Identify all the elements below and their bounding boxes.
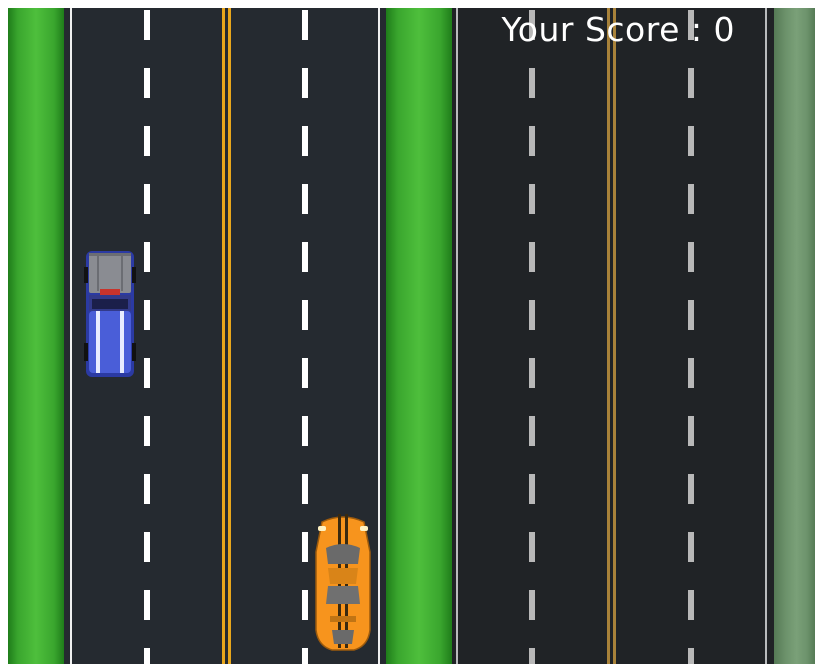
lane-dash-line — [529, 8, 535, 664]
grass-strip-right — [774, 8, 815, 664]
road-edge-line — [456, 8, 458, 664]
score-display: Your Score : 0 — [501, 10, 735, 49]
grass-strip-left — [8, 8, 64, 664]
player-car — [315, 514, 371, 651]
center-yellow-line — [222, 8, 231, 664]
lane-dash-line — [144, 8, 150, 664]
enemy-truck — [84, 251, 136, 377]
road-edge-line — [378, 8, 380, 664]
road-right — [452, 8, 774, 664]
lane-dash-line — [688, 8, 694, 664]
center-yellow-line — [607, 8, 616, 664]
road-edge-line — [765, 8, 767, 664]
road-edge-line — [70, 8, 72, 664]
grass-strip-middle — [386, 8, 452, 664]
game-canvas[interactable]: Your Score : 0 — [0, 0, 815, 664]
